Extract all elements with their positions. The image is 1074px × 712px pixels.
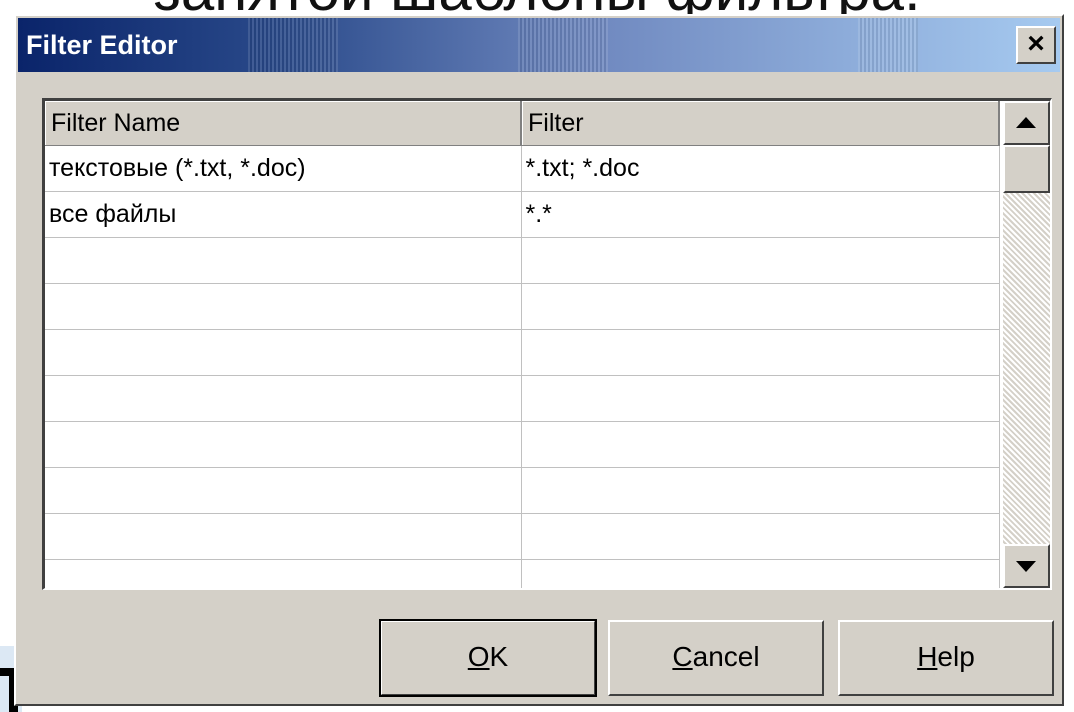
filter-grid[interactable]: Filter Name Filter текстовые (*.txt, *.d… (42, 98, 1052, 590)
ok-label-rest: K (489, 641, 509, 672)
filter-pattern-cell[interactable] (521, 559, 1000, 588)
scroll-up-button[interactable] (1003, 101, 1050, 145)
cancel-label-rest: ancel (692, 641, 760, 672)
dialog-title: Filter Editor (26, 30, 178, 60)
table-row[interactable] (45, 237, 1000, 284)
help-accelerator: H (917, 641, 938, 672)
header-row: Filter Name Filter (45, 101, 1000, 146)
filter-pattern-cell[interactable] (521, 467, 1000, 514)
filter-pattern-cell[interactable] (521, 329, 1000, 376)
filter-name-cell[interactable]: все файлы (45, 191, 522, 238)
table-row[interactable]: все файлы *.* (45, 191, 1000, 238)
title-bar[interactable]: Filter Editor × (18, 18, 1060, 72)
help-label-rest: elp (937, 641, 975, 672)
filter-name-cell[interactable] (45, 421, 522, 468)
filter-name-cell[interactable] (45, 467, 522, 514)
filter-name-cell[interactable] (45, 375, 522, 422)
cancel-accelerator: C (672, 641, 693, 672)
table-row[interactable] (45, 513, 1000, 560)
scroll-thumb[interactable] (1003, 145, 1050, 193)
column-header-filter-name[interactable]: Filter Name (45, 101, 522, 146)
table-row[interactable] (45, 421, 1000, 468)
scroll-down-button[interactable] (1003, 544, 1050, 588)
table-row[interactable] (45, 375, 1000, 422)
table-row[interactable]: текстовые (*.txt, *.doc) *.txt; *.doc (45, 145, 1000, 192)
filter-name-cell[interactable] (45, 237, 522, 284)
filter-editor-dialog: Filter Editor × Filter Name Filter текст… (14, 14, 1064, 706)
filter-pattern-cell[interactable]: *.* (521, 191, 1000, 238)
filter-name-cell[interactable] (45, 513, 522, 560)
close-button[interactable]: × (1016, 26, 1056, 64)
table-row[interactable] (45, 467, 1000, 514)
table-row[interactable] (45, 283, 1000, 330)
close-icon: × (1027, 27, 1045, 60)
table-row[interactable] (45, 329, 1000, 376)
ok-button[interactable]: OK (379, 619, 597, 697)
arrow-down-icon (1016, 561, 1036, 572)
vertical-scrollbar[interactable] (1003, 101, 1050, 588)
filter-pattern-cell[interactable] (521, 513, 1000, 560)
filter-pattern-cell[interactable]: *.txt; *.doc (521, 145, 1000, 192)
filter-name-cell[interactable] (45, 559, 522, 588)
ok-accelerator: O (467, 641, 490, 672)
filter-name-cell[interactable] (45, 329, 522, 376)
title-bar-texture (518, 18, 608, 72)
filter-table: Filter Name Filter текстовые (*.txt, *.d… (45, 101, 1000, 588)
title-bar-texture (858, 18, 918, 72)
filter-name-cell[interactable]: текстовые (*.txt, *.doc) (45, 145, 522, 192)
filter-pattern-cell[interactable] (521, 375, 1000, 422)
filter-pattern-cell[interactable] (521, 283, 1000, 330)
help-button[interactable]: Help (838, 620, 1054, 696)
column-header-filter[interactable]: Filter (521, 101, 1000, 146)
filter-name-cell[interactable] (45, 283, 522, 330)
cancel-button[interactable]: Cancel (608, 620, 824, 696)
arrow-up-icon (1016, 117, 1036, 128)
filter-pattern-cell[interactable] (521, 421, 1000, 468)
filter-pattern-cell[interactable] (521, 237, 1000, 284)
title-bar-texture (248, 18, 338, 72)
table-row[interactable] (45, 559, 1000, 588)
